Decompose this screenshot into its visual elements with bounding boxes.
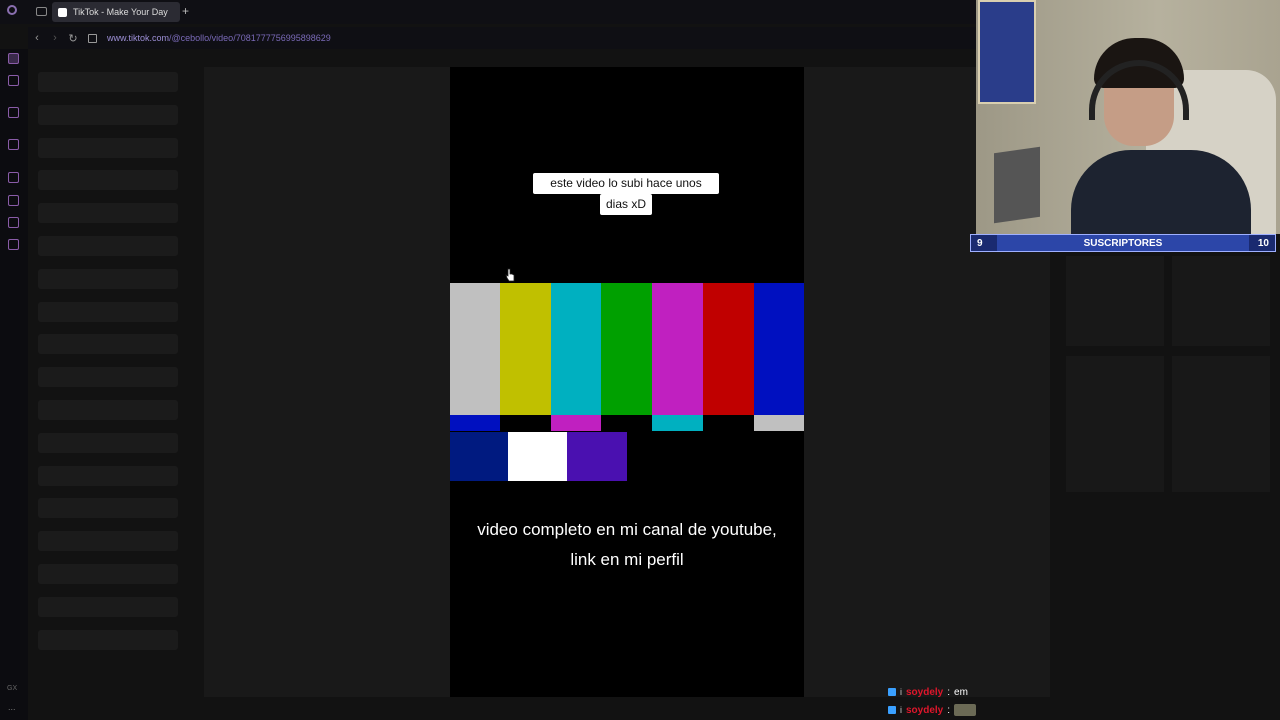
skeleton-item xyxy=(38,268,178,289)
color-bar xyxy=(500,283,551,415)
chat-username: soydely xyxy=(906,686,944,698)
url-path: /@cebollo/video/7081777756995898629 xyxy=(169,33,331,43)
tab-title: TikTok - Make Your Day xyxy=(73,7,168,17)
chat-separator: : xyxy=(947,686,951,698)
chat-text: em xyxy=(954,686,968,698)
sub-bar xyxy=(450,415,500,431)
skeleton-item xyxy=(38,235,178,256)
chat-info-icon: i xyxy=(900,705,902,715)
grid-tile xyxy=(1172,256,1270,346)
color-bar xyxy=(652,283,703,415)
forward-arrow-icon[interactable]: › xyxy=(46,32,64,44)
settings-icon[interactable] xyxy=(8,239,19,250)
low-bar xyxy=(627,432,804,481)
opera-logo-icon[interactable] xyxy=(7,5,17,15)
url-field[interactable]: www.tiktok.com/@cebollo/video/7081777756… xyxy=(107,33,331,43)
color-bar xyxy=(601,283,652,415)
sub-bar xyxy=(703,415,754,431)
skeleton-item xyxy=(38,399,178,420)
grid-tile xyxy=(1172,356,1270,492)
video-bottom-caption: video completo en mi canal de youtube, l… xyxy=(477,520,777,569)
video-top-caption: este video lo subi hace unos dias xD xyxy=(533,173,719,215)
color-bar xyxy=(754,283,804,415)
gx-label: GX xyxy=(7,685,18,692)
webcam-overlay xyxy=(976,0,1280,234)
chat-badge-icon xyxy=(888,706,896,714)
skeleton-item xyxy=(38,498,178,519)
lock-icon[interactable] xyxy=(88,33,97,43)
skeleton-item xyxy=(38,301,178,322)
stream-chat: i soydely : em i soydely : xyxy=(888,683,1048,719)
chat-message: i soydely : xyxy=(888,701,1048,719)
skeleton-item xyxy=(38,170,178,191)
skeleton-item xyxy=(38,137,178,158)
skeleton-item xyxy=(38,563,178,584)
address-bar: ‹ › ↻ www.tiktok.com/@cebollo/video/7081… xyxy=(28,27,976,49)
extensions-icon[interactable] xyxy=(8,217,19,228)
chat-emote-icon xyxy=(954,704,977,716)
sub-bar xyxy=(601,415,652,431)
tiktok-favicon-icon xyxy=(58,7,67,17)
messenger-icon[interactable] xyxy=(8,107,19,118)
goal-start: 9 xyxy=(971,235,997,251)
sub-bar xyxy=(500,415,551,431)
goal-label: SUSCRIPTORES xyxy=(1083,237,1163,249)
home-icon[interactable] xyxy=(8,53,19,64)
gx-corner-icon[interactable] xyxy=(8,139,19,150)
tab-tiktok[interactable]: TikTok - Make Your Day xyxy=(52,2,180,22)
hand-cursor-icon xyxy=(505,268,515,282)
sub-bar xyxy=(652,415,703,431)
more-options-icon[interactable]: ... xyxy=(8,702,16,712)
streamer-body xyxy=(1071,150,1251,234)
sub-bar xyxy=(551,415,601,431)
skeleton-item xyxy=(38,465,178,486)
low-bar xyxy=(508,432,567,481)
skeleton-item xyxy=(38,104,178,125)
low-bar xyxy=(567,432,627,481)
grid-tile xyxy=(1066,256,1164,346)
reload-icon[interactable]: ↻ xyxy=(64,32,82,45)
color-bar xyxy=(703,283,754,415)
left-video-placeholder xyxy=(204,67,450,697)
skeleton-list xyxy=(38,72,178,662)
video-grid-placeholder xyxy=(1064,256,1280,496)
new-tab-button[interactable]: + xyxy=(182,4,189,18)
skeleton-item xyxy=(38,596,178,617)
goal-end: 10 xyxy=(1249,235,1275,251)
skeleton-item xyxy=(38,72,178,92)
browser-sidebar: GX ... xyxy=(0,49,28,720)
chat-info-icon: i xyxy=(900,687,902,697)
caption-line-2: dias xD xyxy=(599,194,652,215)
skeleton-item xyxy=(38,531,178,552)
back-arrow-icon[interactable]: ‹ xyxy=(28,32,46,44)
chat-message: i soydely : em xyxy=(888,683,1048,701)
skeleton-item xyxy=(38,629,178,650)
history-icon[interactable] xyxy=(8,172,19,183)
color-bar xyxy=(551,283,601,415)
wall-poster xyxy=(978,0,1036,104)
chat-separator: : xyxy=(947,704,951,716)
url-host: www.tiktok.com xyxy=(107,33,170,43)
gaming-icon[interactable] xyxy=(8,75,19,86)
color-bar xyxy=(450,283,500,415)
skeleton-item xyxy=(38,334,178,355)
workspaces-icon[interactable] xyxy=(36,7,47,16)
caption-line-1: este video lo subi hace unos xyxy=(533,173,719,194)
subscriber-goal-bar: 9 SUSCRIPTORES 10 xyxy=(970,234,1276,252)
tab-bar: TikTok - Make Your Day + xyxy=(0,0,976,24)
low-bar xyxy=(450,432,508,481)
webcam-monitor xyxy=(994,146,1040,224)
skeleton-item xyxy=(38,432,178,453)
skeleton-item xyxy=(38,203,178,224)
downloads-icon[interactable] xyxy=(8,195,19,206)
chat-username: soydely xyxy=(906,704,944,716)
skeleton-item xyxy=(38,367,178,388)
sub-bar xyxy=(754,415,804,431)
chat-badge-icon xyxy=(888,688,896,696)
color-bars xyxy=(450,283,804,483)
grid-tile xyxy=(1066,356,1164,492)
